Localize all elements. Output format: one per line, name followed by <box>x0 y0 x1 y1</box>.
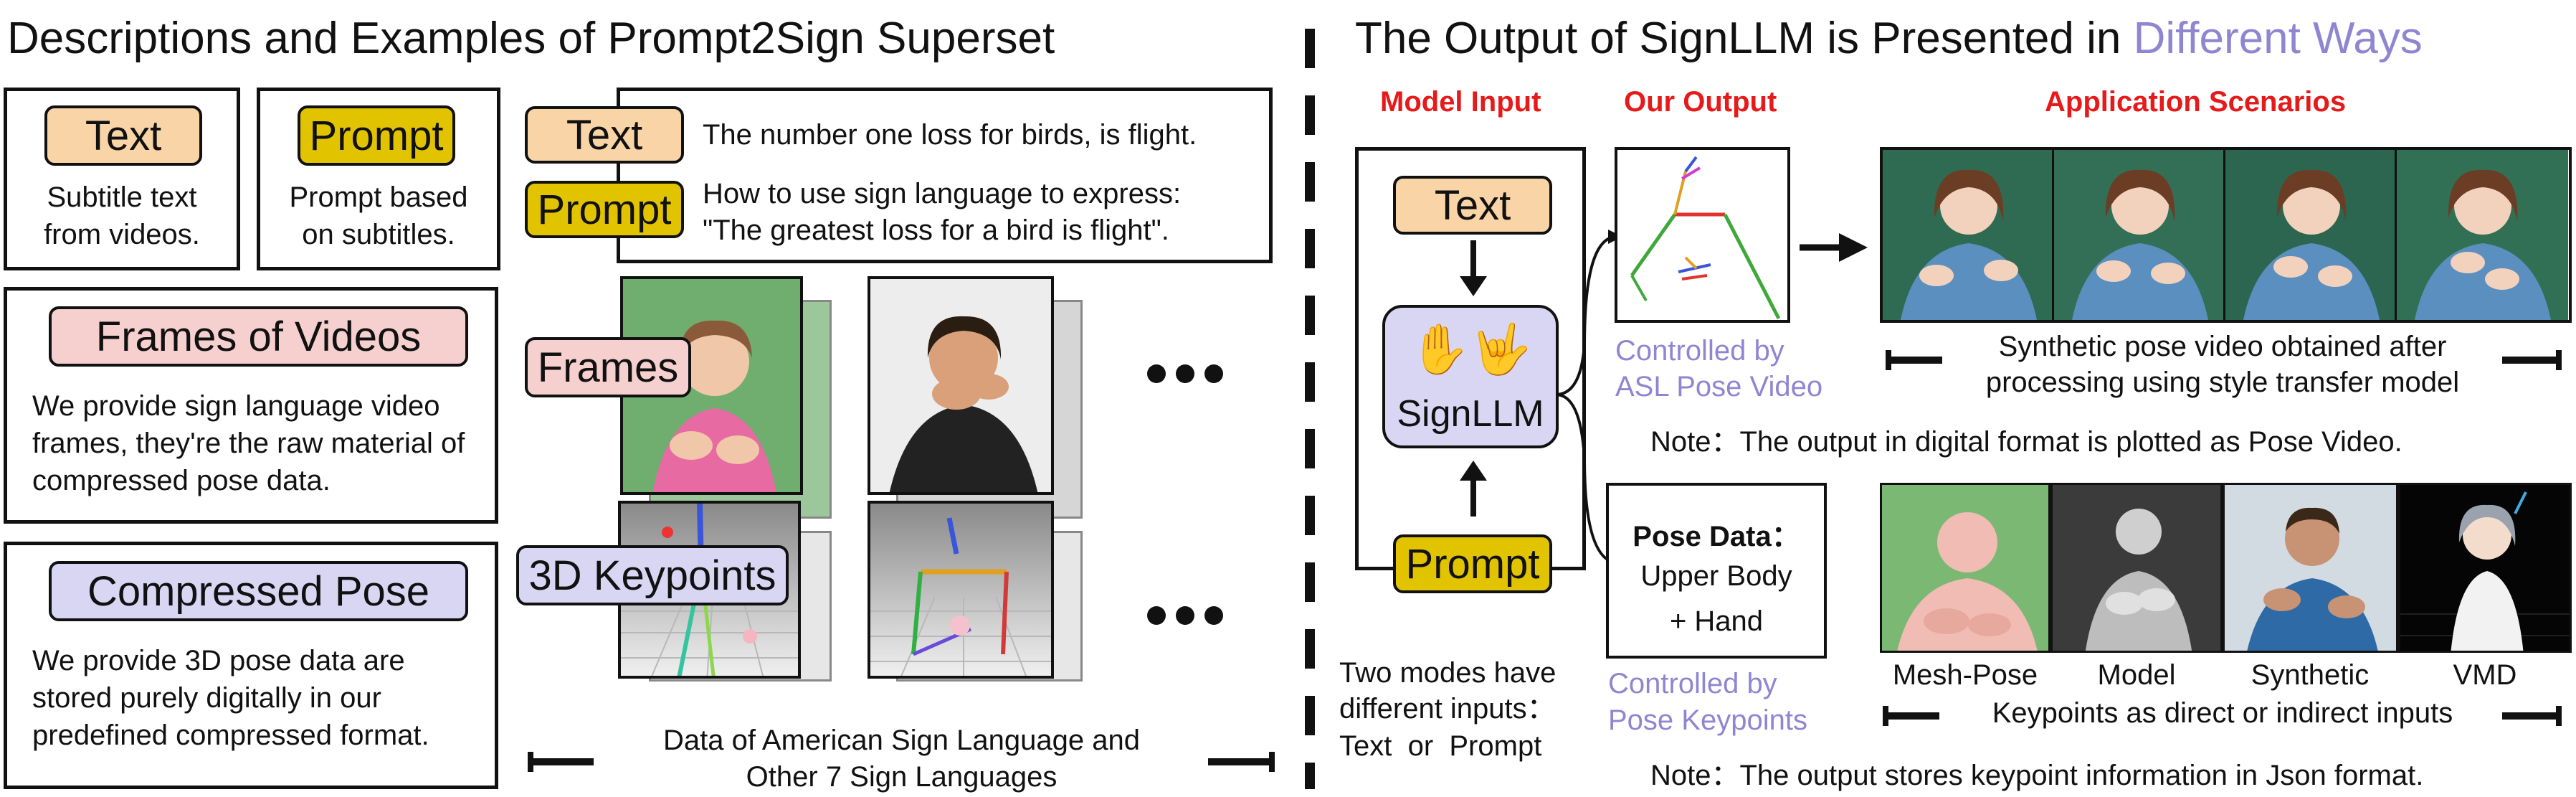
pose-data-line-2: + Hand <box>1669 605 1764 637</box>
frames-tag: Frames <box>525 337 691 397</box>
right-title-accent: Different Ways <box>2133 14 2423 63</box>
col-our-output: Our Output <box>1624 86 1777 118</box>
synthetic-caption-line-2: processing using style transfer model <box>1985 367 2460 398</box>
sign-hands-icon: ✋🤟 <box>1410 322 1531 377</box>
example-prompt-tag: Prompt <box>525 181 684 238</box>
model-text-tag: Text <box>1393 176 1552 235</box>
two-modes-line-2: different inputs： <box>1339 693 1556 725</box>
text-card-desc: Subtitle text from videos. <box>44 181 200 250</box>
example-text-tag: Text <box>525 106 684 164</box>
scene-synthetic <box>2223 483 2398 653</box>
col-model-input: Model Input <box>1380 86 1541 118</box>
pose-video-output <box>1615 147 1790 323</box>
example-text-line: The number one loss for birds, is flight… <box>703 119 1197 151</box>
frames-more-dots <box>1147 364 1223 383</box>
two-modes-line-3: Text or Prompt <box>1339 730 1542 762</box>
controlled-by-video-1: Controlled by <box>1615 335 1784 367</box>
controlled-by-keypoints-2: Pose Keypoints <box>1608 704 1807 736</box>
data-caption-line-2: Other 7 Sign Languages <box>746 761 1058 793</box>
right-scale-bar-1-left <box>1888 357 1942 364</box>
data-caption-line-1: Data of American Sign Language and <box>663 725 1140 756</box>
left-scale-end-left <box>528 752 533 772</box>
text-tag: Text <box>44 105 202 166</box>
left-scale-end-right <box>1269 752 1275 772</box>
frames-card-desc: We provide sign language video frames, t… <box>32 390 465 496</box>
prompt-card: Prompt Prompt based on subtitles. <box>257 88 500 270</box>
keypoint-render-2 <box>868 501 1054 679</box>
scene-label: VMD <box>2453 659 2517 691</box>
model-prompt-tag: Prompt <box>1393 534 1552 593</box>
right-scale-bar-1-right <box>2502 357 2556 364</box>
synthetic-frame <box>2397 150 2568 320</box>
signllm-label: SignLLM <box>1397 393 1544 435</box>
frames-card: Frames of Videos We provide sign languag… <box>4 287 498 524</box>
scene-label: Model <box>2097 659 2176 691</box>
left-title: Descriptions and Examples of Prompt2Sign… <box>7 14 1055 63</box>
synthetic-frame <box>2225 150 2397 320</box>
synthetic-frame <box>2054 150 2225 320</box>
scene-model <box>2050 483 2223 653</box>
keypoints-caption: Keypoints as direct or indirect inputs <box>1992 697 2453 729</box>
arrow-text-to-model <box>1460 240 1487 296</box>
compressed-pose-tag: Compressed Pose <box>49 561 468 621</box>
right-title: The Output of SignLLM is Presented in Di… <box>1355 13 2423 64</box>
example-box: The number one loss for birds, is flight… <box>617 88 1273 263</box>
frame-photo-2 <box>868 276 1054 495</box>
example-prompt-line-2: "The greatest loss for a bird is flight"… <box>703 214 1169 246</box>
text-card: Text Subtitle text from videos. <box>4 88 240 270</box>
pose-data-title: Pose Data： <box>1632 521 1800 552</box>
scene-label: Synthetic <box>2251 659 2370 691</box>
scene-vmd <box>2398 483 2572 653</box>
prompt-tag: Prompt <box>298 105 455 166</box>
right-scale-bar-2-right <box>2502 712 2556 720</box>
synthetic-caption-line-1: Synthetic pose video obtained after <box>1998 331 2447 362</box>
col-application-scenarios: Application Scenarios <box>2045 86 2347 118</box>
left-scale-bar-left <box>531 758 594 765</box>
example-prompt-line-1: How to use sign language to express: <box>703 178 1182 209</box>
note-pose-video: Note：The output in digital format is plo… <box>1650 426 2402 458</box>
3d-keypoints-tag: 3D Keypoints <box>516 545 789 605</box>
prompt-card-desc: Prompt based on subtitles. <box>289 181 468 250</box>
right-scale-end-2-right <box>2556 706 2562 726</box>
pose-card: Compressed Pose We provide 3D pose data … <box>4 542 498 789</box>
right-scale-end-1-left <box>1886 350 1891 370</box>
controlled-by-keypoints-1: Controlled by <box>1608 668 1777 699</box>
signllm-model-box: ✋🤟 SignLLM <box>1382 305 1559 448</box>
right-scale-end-1-right <box>2556 350 2562 370</box>
pose-data-box: Pose Data： Upper Body + Hand <box>1606 483 1827 659</box>
two-modes-line-1: Two modes have <box>1339 657 1556 689</box>
left-scale-bar-right <box>1208 758 1271 765</box>
pose-data-line-1: Upper Body <box>1640 560 1792 592</box>
keypoints-more-dots <box>1147 606 1223 625</box>
scene-label: Mesh-Pose <box>1892 659 2038 691</box>
section-divider <box>1305 29 1315 789</box>
scene-mesh-pose <box>1880 483 2050 653</box>
note-json: Note：The output stores keypoint informat… <box>1650 760 2424 791</box>
right-scale-bar-2-left <box>1886 712 1939 720</box>
synthetic-frame <box>1883 150 2054 320</box>
right-title-main: The Output of SignLLM is Presented in <box>1355 14 2121 63</box>
arrow-prompt-to-model <box>1460 461 1487 517</box>
right-scale-end-2-left <box>1883 706 1888 726</box>
frames-of-videos-tag: Frames of Videos <box>49 306 468 367</box>
arrow-to-scenes <box>1800 233 1868 262</box>
controlled-by-video-2: ASL Pose Video <box>1615 371 1823 402</box>
pose-card-desc: We provide 3D pose data are stored purel… <box>32 645 429 751</box>
